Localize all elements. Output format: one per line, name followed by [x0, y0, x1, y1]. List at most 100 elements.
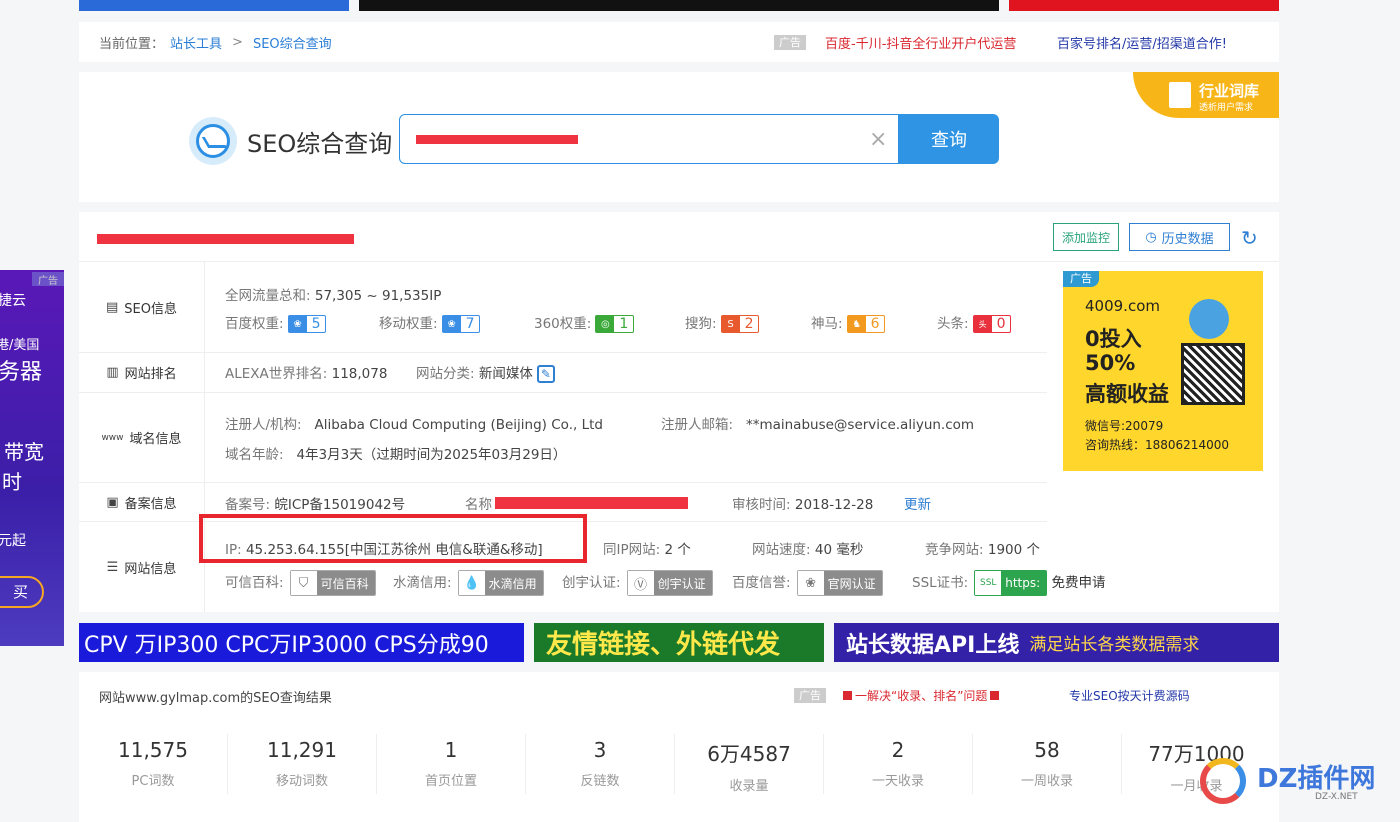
category-value: 新闻媒体	[478, 366, 533, 382]
top-banner-2[interactable]	[359, 0, 999, 11]
history-icon: ◷	[1145, 229, 1157, 245]
traffic-label: 全网流量总和:	[225, 288, 311, 304]
weight-mobile[interactable]: 移动权重: ❀ 7	[379, 312, 481, 333]
left-ad-buy-button[interactable]: 买	[0, 576, 44, 608]
header-ad-link-1[interactable]: 百度-千川-抖音全行业开户代运营	[825, 33, 1016, 52]
redacted-domain	[416, 134, 578, 144]
weight-sogou[interactable]: 搜狗: S 2	[685, 312, 760, 333]
icp-number: 皖ICP备15019042号	[274, 497, 406, 513]
email-value: **mainabuse@service.aliyun.com	[745, 417, 975, 433]
left-ad-line: 带宽	[4, 440, 44, 464]
dz-logo-icon	[1200, 758, 1246, 804]
stat-item[interactable]: 1 首页位置	[377, 734, 526, 794]
corner-title: 行业词库	[1199, 82, 1260, 100]
ad-wechat: 微信号:20079	[1085, 419, 1164, 433]
row-label: 备案信息	[124, 496, 177, 512]
left-side-ad[interactable]: 广告 捷云 港/美国 务器 带宽 时 元起 买	[0, 270, 64, 646]
cert-badge[interactable]: ❀ 官网认证	[796, 570, 883, 596]
row-seo-info: ▤ SEO信息 全网流量总和: 57,305 ~ 91,535IP 百度权重: ❀ 5…	[79, 262, 1047, 353]
speed-value: 40 毫秒	[814, 542, 864, 558]
stats-panel: 网站www.gylmap.com的SEO查询结果 广告 一解决“收录、排名”问题…	[79, 672, 1279, 822]
cert-badge[interactable]: Ⓥ 创宇认证	[626, 570, 713, 596]
breadcrumb-link-tools[interactable]: 站长工具	[170, 33, 222, 52]
search-panel: SEO综合查询 × 查询 行业词库 透析用户需求	[79, 72, 1279, 202]
weight-shenma[interactable]: 神马: ♞ 6	[811, 312, 886, 333]
v-check-icon: Ⓥ	[627, 571, 654, 595]
file-icon: ▣	[106, 494, 119, 510]
stat-item[interactable]: 11,575 PC词数	[79, 734, 228, 794]
ad-line: 高额收益	[1085, 382, 1169, 406]
ad-banner-1[interactable]: CPV 万IP300 CPC万IP3000 CPS分成90	[79, 623, 524, 662]
breadcrumb-label: 当前位置：	[99, 36, 165, 52]
row-domain: www 域名信息 注册人/机构: Alibaba Cloud Computing …	[79, 393, 1047, 483]
ad-banner-2[interactable]: 友情链接、外链代发	[534, 623, 824, 662]
right-ad[interactable]: 广告 4009.com 0投入 50% 高额收益 微信号:20079 咨询热线：…	[1063, 271, 1263, 471]
ad-tag: 广告	[774, 35, 806, 50]
watermark-brand: DZ插件网	[1257, 764, 1376, 794]
ssl-icon: SSL	[975, 571, 1002, 595]
row-rank: ▥ 网站排名 ALEXA世界排名: 118,078 网站分类: 新闻媒体 ✎	[79, 353, 1047, 393]
paw-icon: ❀	[288, 316, 307, 332]
left-ad-line: 港/美国	[0, 338, 40, 353]
weight-toutiao[interactable]: 头条: 头 0	[937, 312, 1012, 333]
breadcrumb: 当前位置： 站长工具 > SEO综合查询 广告 百度-千川-抖音全行业开户代运营…	[79, 22, 1279, 62]
row-label: 网站排名	[124, 367, 177, 382]
left-ad-line: 时	[2, 470, 22, 494]
stats-ad-link-1[interactable]: 一解决“收录、排名”问题	[843, 687, 1000, 704]
weight-baidu[interactable]: 百度权重: ❀ 5	[225, 312, 327, 333]
top-banner-3[interactable]	[1009, 0, 1279, 11]
cert-badge[interactable]: ⛉ 可信百科	[289, 570, 376, 596]
sogou-icon: S	[721, 316, 740, 332]
ad-banner-3[interactable]: 站长数据API上线 满足站长各类数据需求	[834, 623, 1279, 662]
history-data-button[interactable]: ◷ 历史数据	[1129, 223, 1230, 251]
ad-line: 0投入	[1085, 327, 1142, 351]
clear-icon[interactable]: ×	[869, 127, 887, 152]
stat-item[interactable]: 6万4587 收录量	[675, 734, 824, 794]
header-ad-link-2[interactable]: 百家号排名/运营/招渠道合作!	[1057, 33, 1227, 52]
row-label: 网站信息	[124, 561, 177, 577]
ad-tag: 广告	[32, 272, 64, 287]
left-ad-line: 元起	[0, 533, 26, 549]
ssl-badge[interactable]: SSL https:	[974, 570, 1048, 596]
left-ad-line: 捷云	[0, 293, 26, 309]
row-label: 域名信息	[129, 432, 182, 447]
industry-keywords-badge[interactable]: 行业词库 透析用户需求	[1133, 72, 1279, 118]
stats-header: 网站www.gylmap.com的SEO查询结果	[99, 691, 332, 706]
corner-subtitle: 透析用户需求	[1199, 103, 1254, 113]
stat-item[interactable]: 2 一天收录	[824, 734, 973, 794]
history-label: 历史数据	[1161, 231, 1214, 247]
redacted-site-title	[97, 234, 354, 244]
list-icon: ☰	[106, 559, 119, 575]
edit-icon[interactable]: ✎	[536, 365, 555, 383]
cert-badge[interactable]: 💧 水滴信用	[457, 570, 544, 596]
compete-value: 1900 个	[987, 542, 1041, 558]
age-value: 4年3月3天（过期时间为2025年03月29日）	[296, 447, 567, 463]
top-banner-1[interactable]	[79, 0, 349, 11]
breadcrumb-link-seo[interactable]: SEO综合查询	[253, 33, 332, 52]
stat-item[interactable]: 3 反链数	[526, 734, 675, 794]
add-monitor-button[interactable]: 添加监控	[1053, 223, 1119, 251]
qr-code	[1181, 343, 1245, 405]
stats-ad-link-2[interactable]: 专业SEO按天计费源码	[1069, 687, 1190, 704]
traffic-value: 57,305 ~ 91,535IP	[314, 288, 442, 304]
stat-item[interactable]: 11,291 移动词数	[228, 734, 377, 794]
toutiao-icon: 头	[973, 316, 992, 332]
watermark: DZ插件网 DZ-X.NET	[1195, 752, 1395, 812]
alexa-value: 118,078	[331, 366, 388, 382]
paw-icon: ❀	[442, 316, 461, 332]
left-ad-line: 务器	[0, 360, 43, 385]
ssl-free-link[interactable]: 免费申请	[1051, 575, 1105, 591]
weight-360[interactable]: 360权重: ◎ 1	[534, 312, 635, 333]
refresh-icon[interactable]: ↻	[1241, 226, 1258, 250]
row-label: SEO信息	[124, 301, 177, 317]
ad-tag: 广告	[1063, 271, 1099, 287]
update-link[interactable]: 更新	[904, 493, 931, 513]
redacted-name	[495, 497, 688, 509]
audit-date: 2018-12-28	[794, 497, 874, 513]
stat-item[interactable]: 58 一周收录	[973, 734, 1122, 794]
search-button[interactable]: 查询	[899, 114, 999, 164]
shenma-icon: ♞	[847, 316, 866, 332]
ip-highlight-box	[199, 514, 587, 563]
search-input[interactable]	[399, 114, 899, 164]
registrant-value: Alibaba Cloud Computing (Beijing) Co., L…	[314, 417, 603, 433]
